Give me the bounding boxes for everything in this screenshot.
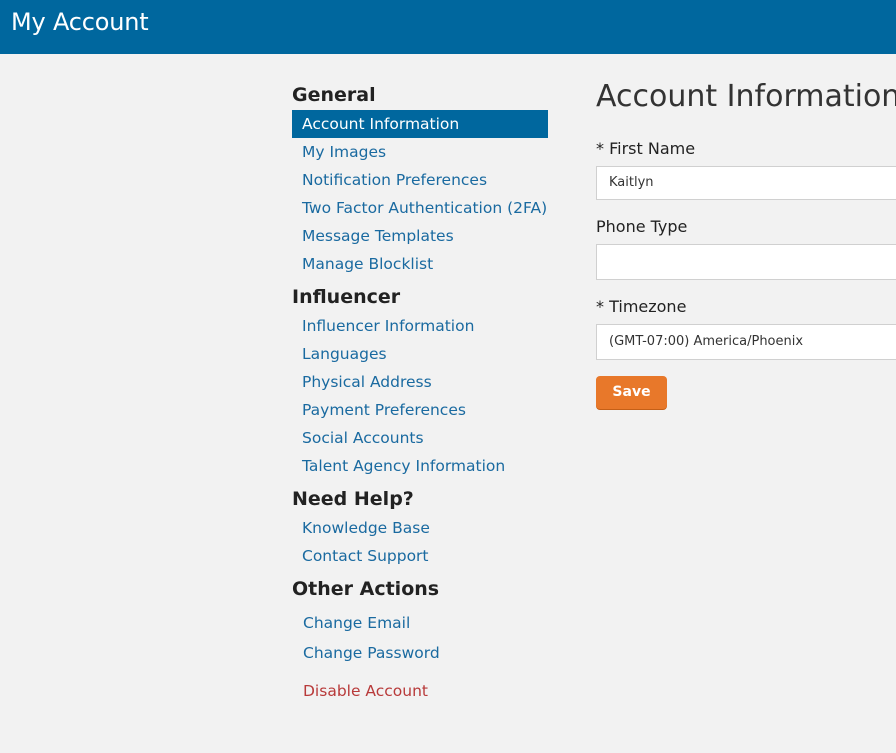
page-title: Account Information [596,79,896,114]
nav-group-general: General Account Information My Images No… [292,80,548,278]
first-name-input[interactable]: Kaitlyn [596,166,896,200]
nav-group-influencer: Influencer Influencer Information Langua… [292,282,548,480]
nav-item-payment-preferences[interactable]: Payment Preferences [292,396,548,424]
app-title: My Account [11,8,149,36]
timezone-select[interactable]: (GMT-07:00) America/Phoenix [596,324,896,360]
nav-item-account-information[interactable]: Account Information [292,110,548,138]
phone-type-select[interactable] [596,244,896,280]
nav-item-influencer-information[interactable]: Influencer Information [292,312,548,340]
nav-group-other-actions: Other Actions Change Email Change Passwo… [292,574,548,706]
timezone-label: * Timezone [596,297,687,316]
nav-item-my-images[interactable]: My Images [292,138,548,166]
nav-item-change-password[interactable]: Change Password [292,638,548,668]
app-header: My Account [0,0,896,54]
phone-type-group: Phone Type [596,216,896,280]
nav-item-manage-blocklist[interactable]: Manage Blocklist [292,250,548,278]
nav-item-languages[interactable]: Languages [292,340,548,368]
nav-section-title-help: Need Help? [292,488,414,510]
save-button[interactable]: Save [596,376,667,409]
nav-item-notification-preferences[interactable]: Notification Preferences [292,166,548,194]
nav-item-contact-support[interactable]: Contact Support [292,542,548,570]
phone-type-label: Phone Type [596,217,688,236]
nav-section-title-general: General [292,84,376,106]
nav-item-disable-account[interactable]: Disable Account [292,676,548,706]
nav-item-physical-address[interactable]: Physical Address [292,368,548,396]
nav-group-help: Need Help? Knowledge Base Contact Suppor… [292,484,548,570]
nav-item-knowledge-base[interactable]: Knowledge Base [292,514,548,542]
first-name-group: * First Name Kaitlyn [596,138,896,200]
nav-item-two-factor-authentication[interactable]: Two Factor Authentication (2FA) [292,194,548,222]
first-name-label: * First Name [596,139,696,158]
account-information-panel: Account Information * First Name Kaitlyn… [596,76,896,409]
nav-item-social-accounts[interactable]: Social Accounts [292,424,548,452]
nav-item-change-email[interactable]: Change Email [292,608,548,638]
nav-item-message-templates[interactable]: Message Templates [292,222,548,250]
account-nav: General Account Information My Images No… [292,80,548,710]
nav-section-title-influencer: Influencer [292,286,401,308]
timezone-group: * Timezone (GMT-07:00) America/Phoenix [596,296,896,360]
nav-section-title-other-actions: Other Actions [292,578,440,600]
nav-item-talent-agency-information[interactable]: Talent Agency Information [292,452,548,480]
